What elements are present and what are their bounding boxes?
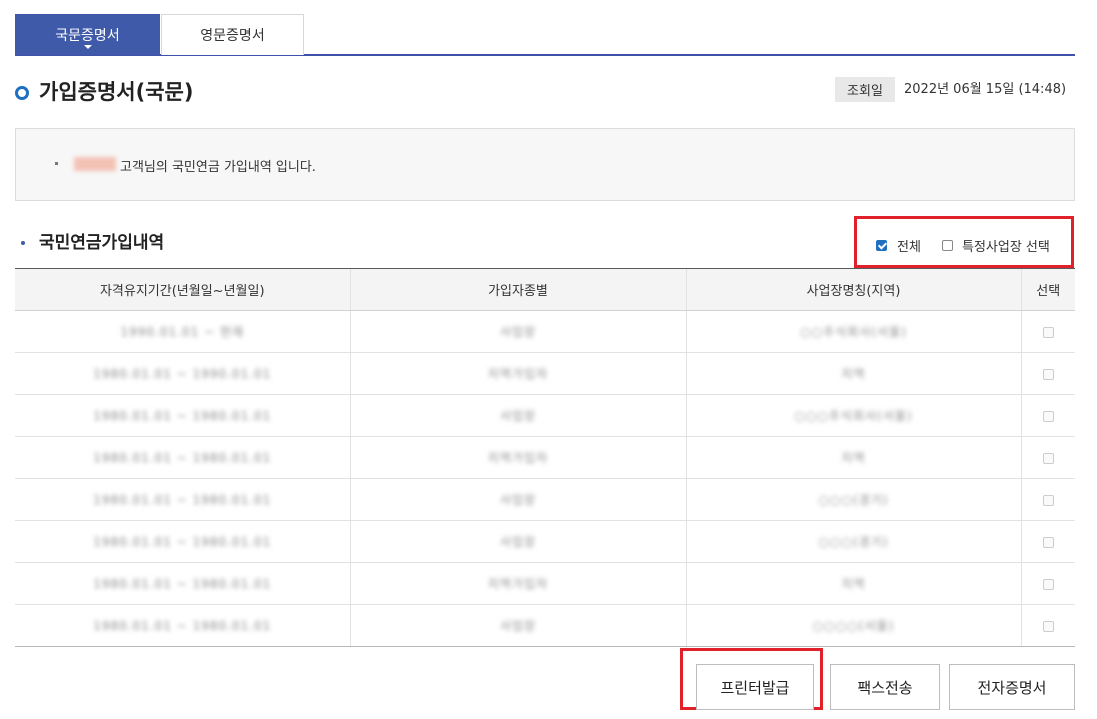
site-cell: ○○○(경기) (818, 493, 889, 507)
site-cell: ○○○(경기) (818, 535, 889, 549)
tab-label: 영문증명서 (200, 28, 265, 44)
tab-korean-certificate[interactable]: 국문증명서 (15, 14, 160, 55)
table-row: 1990.01.01 ~ 현재 사업장 ○○주식회사(서울) (15, 310, 1075, 353)
title-circle-icon (15, 86, 29, 100)
print-issue-button[interactable]: 프린터발급 (696, 664, 814, 710)
notice-message: 고객님의 국민연금 가입내역 입니다. (120, 160, 316, 175)
table-row: 1980.01.01 ~ 1980.01.01 지역가입자 지역 (15, 562, 1075, 605)
row-select-checkbox[interactable] (1042, 368, 1054, 380)
tab-bar: 국문증명서 영문증명서 (15, 14, 1075, 56)
type-cell: 지역가입자 (487, 577, 549, 591)
type-cell: 사업장 (499, 409, 537, 423)
table-row: 1980.01.01 ~ 1980.01.01 사업장 ○○○(경기) (15, 520, 1075, 563)
type-cell: 지역가입자 (487, 451, 549, 465)
tab-label: 국문증명서 (55, 27, 120, 44)
row-select-checkbox[interactable] (1042, 326, 1054, 338)
page-title: 가입증명서(국문) (39, 80, 194, 104)
tab-english-certificate[interactable]: 영문증명서 (161, 14, 304, 55)
masked-customer-name (74, 157, 116, 171)
period-cell: 1980.01.01 ~ 1980.01.01 (93, 534, 272, 549)
enrollment-table: 자격유지기간(년월일~년월일) 가입자종별 사업장명칭(지역) 선택 1990.… (15, 268, 1075, 647)
type-cell: 사업장 (499, 325, 537, 339)
table-row: 1980.01.01 ~ 1980.01.01 사업장 ○○○○(서울) (15, 604, 1075, 647)
site-cell: ○○○주식회사(서울) (794, 409, 913, 423)
row-select-checkbox[interactable] (1042, 536, 1054, 548)
period-cell: 1980.01.01 ~ 1980.01.01 (93, 450, 272, 465)
type-cell: 사업장 (499, 493, 537, 507)
view-date-badge: 조회일 (835, 77, 895, 102)
table-row: 1980.01.01 ~ 1980.01.01 지역가입자 지역 (15, 436, 1075, 479)
table-row: 1980.01.01 ~ 1990.01.01 지역가입자 지역 (15, 352, 1075, 395)
period-cell: 1980.01.01 ~ 1980.01.01 (93, 576, 272, 591)
type-cell: 사업장 (499, 535, 537, 549)
type-cell: 지역가입자 (487, 367, 549, 381)
site-cell: ○○○○(서울) (812, 619, 895, 633)
column-header-type: 가입자종별 (349, 268, 686, 311)
table-header-row: 자격유지기간(년월일~년월일) 가입자종별 사업장명칭(지역) 선택 (15, 268, 1075, 311)
e-certificate-button[interactable]: 전자증명서 (949, 664, 1075, 710)
caret-down-icon (83, 45, 92, 49)
view-date: 2022년 06월 15일 (14:48) (904, 82, 1067, 97)
bullet-icon (21, 241, 25, 245)
all-checkbox[interactable] (876, 240, 887, 251)
notice-box: 고객님의 국민연금 가입내역 입니다. (15, 128, 1075, 201)
specific-site-checkbox[interactable] (942, 240, 953, 251)
specific-site-checkbox-label[interactable]: 특정사업장 선택 (962, 236, 1050, 255)
row-select-checkbox[interactable] (1042, 494, 1054, 506)
type-cell: 사업장 (499, 619, 537, 633)
column-header-site: 사업장명칭(지역) (685, 268, 1021, 311)
row-select-checkbox[interactable] (1042, 578, 1054, 590)
fax-send-button[interactable]: 팩스전송 (830, 664, 940, 710)
bullet-icon (55, 162, 58, 165)
period-cell: 1980.01.01 ~ 1990.01.01 (93, 366, 272, 381)
period-cell: 1980.01.01 ~ 1980.01.01 (93, 408, 272, 423)
site-cell: 지역 (841, 577, 866, 591)
table-row: 1980.01.01 ~ 1980.01.01 사업장 ○○○주식회사(서울) (15, 394, 1075, 437)
row-select-checkbox[interactable] (1042, 410, 1054, 422)
table-row: 1980.01.01 ~ 1980.01.01 사업장 ○○○(경기) (15, 478, 1075, 521)
site-cell: 지역 (841, 451, 866, 465)
site-cell: ○○주식회사(서울) (800, 325, 907, 339)
period-cell: 1990.01.01 ~ 현재 (120, 325, 244, 339)
row-select-checkbox[interactable] (1042, 452, 1054, 464)
period-cell: 1980.01.01 ~ 1980.01.01 (93, 492, 272, 507)
site-cell: 지역 (841, 367, 866, 381)
all-checkbox-label[interactable]: 전체 (897, 236, 921, 255)
column-header-select: 선택 (1020, 268, 1075, 311)
period-cell: 1980.01.01 ~ 1980.01.01 (93, 618, 272, 633)
column-header-period: 자격유지기간(년월일~년월일) (15, 268, 350, 311)
section-title: 국민연금가입내역 (39, 233, 165, 253)
row-select-checkbox[interactable] (1042, 620, 1054, 632)
